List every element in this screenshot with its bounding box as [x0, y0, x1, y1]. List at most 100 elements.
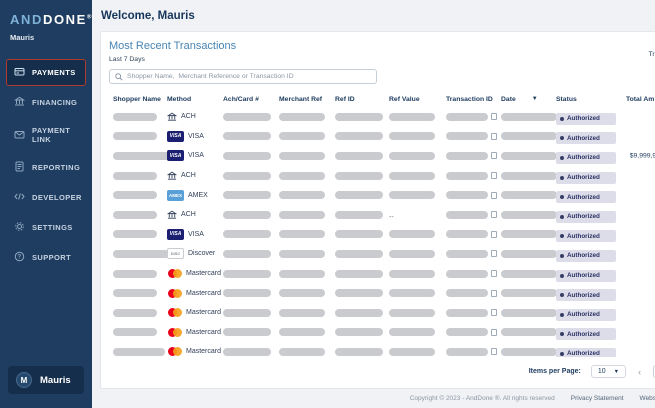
table-row[interactable]: Mastercard Authorized $: [109, 303, 655, 323]
ach-card-placeholder: [223, 230, 271, 239]
table-row[interactable]: Mastercard Authorized: [109, 264, 655, 284]
status-dot-icon: [560, 312, 564, 317]
visa-icon: VISA: [167, 150, 184, 162]
date-placeholder: [501, 308, 557, 317]
shopper-name-placeholder: [113, 347, 165, 356]
shopper-name-placeholder: [113, 249, 169, 258]
status-dot-icon: [560, 293, 564, 298]
merchant-ref-placeholder: [279, 347, 325, 356]
sidebar-item-label: PAYMENT LINK: [32, 126, 71, 144]
sidebar-item-reporting[interactable]: REPORTING: [6, 154, 86, 181]
table-row[interactable]: Mastercard Authorized $: [109, 342, 655, 357]
shopper-name-placeholder: [113, 289, 157, 298]
ach-card-placeholder: [223, 308, 271, 317]
status-label: Authorized: [567, 213, 600, 221]
copy-icon[interactable]: [491, 152, 497, 160]
copy-icon[interactable]: [491, 113, 497, 121]
payment-method-label: VISA: [188, 132, 204, 140]
status-dot-icon: [560, 116, 564, 121]
ref-id-placeholder: [335, 308, 383, 317]
ref-id-placeholder: [335, 210, 383, 219]
col-ach-card: Ach/Card #: [223, 95, 259, 103]
shopper-name-placeholder: [113, 308, 157, 317]
payment-method-label: Mastercard: [186, 289, 222, 297]
payment-method-label: VISA: [188, 152, 204, 160]
ref-id-placeholder: [335, 289, 383, 298]
ach-card-placeholder: [223, 132, 271, 141]
col-merchant-ref: Merchant Ref: [279, 95, 323, 103]
shopper-name-placeholder: [113, 151, 173, 160]
table-row[interactable]: DISC Discover Authorized $: [109, 244, 655, 264]
ref-value-dash: --: [389, 213, 394, 221]
prev-page-button[interactable]: ‹: [636, 367, 643, 377]
privacy-statement-link[interactable]: Privacy Statement: [571, 395, 624, 402]
payment-method-label: ACH: [181, 172, 196, 180]
date-sort-icon[interactable]: ▼: [532, 96, 538, 102]
copy-icon[interactable]: [491, 250, 497, 258]
sidebar-item-developer[interactable]: DEVELOPER: [6, 184, 86, 211]
sidebar-item-settings[interactable]: SETTINGS: [6, 214, 86, 241]
copy-icon[interactable]: [491, 191, 497, 199]
search-input[interactable]: [127, 73, 371, 80]
financing-icon: [13, 96, 26, 109]
date-placeholder: [501, 112, 557, 121]
table-row[interactable]: ACH Authorized $: [109, 166, 655, 186]
terms-of-service-link[interactable]: Website Terms of Service: [640, 395, 655, 402]
status-dot-icon: [560, 175, 564, 180]
copy-icon[interactable]: [491, 328, 497, 336]
sidebar-item-payment-link[interactable]: PAYMENT LINK: [6, 119, 86, 151]
merchant-ref-placeholder: [279, 249, 325, 258]
page-title: Welcome, Mauris: [101, 10, 195, 22]
total-amount: [626, 225, 655, 245]
ref-value-placeholder: [389, 132, 435, 141]
ach-card-placeholder: [223, 191, 271, 200]
ach-card-placeholder: [223, 289, 271, 298]
ref-value-placeholder: [389, 230, 435, 239]
table-row[interactable]: VISA VISA Authorized $: [109, 127, 655, 147]
copy-icon[interactable]: [491, 270, 497, 278]
user-profile-button[interactable]: M Mauris: [8, 366, 84, 394]
date-placeholder: [501, 151, 557, 160]
ref-id-placeholder: [335, 347, 383, 356]
table-row[interactable]: VISA VISA Authorized $9,999,99: [109, 146, 655, 166]
status-dot-icon: [560, 234, 564, 239]
sidebar-item-payments[interactable]: PAYMENTS: [6, 59, 86, 86]
merchant-ref-placeholder: [279, 269, 325, 278]
visa-icon: VISA: [167, 130, 184, 142]
ref-id-placeholder: [335, 191, 383, 200]
copy-icon[interactable]: [491, 309, 497, 317]
main-content: Welcome, Mauris Most Recent Transactions…: [92, 0, 655, 408]
status-badge: Authorized: [556, 289, 616, 302]
search-icon: [115, 68, 123, 86]
sidebar-item-financing[interactable]: FINANCING: [6, 89, 86, 116]
transaction-id-placeholder: [446, 328, 488, 337]
table-row[interactable]: AMEX AMEX Authorized $: [109, 185, 655, 205]
copy-icon[interactable]: [491, 172, 497, 180]
table-row[interactable]: Mastercard Authorized $: [109, 283, 655, 303]
copy-icon[interactable]: [491, 132, 497, 140]
table-row[interactable]: Mastercard Authorized $: [109, 323, 655, 343]
date-placeholder: [501, 230, 557, 239]
status-badge: Authorized: [556, 347, 616, 357]
transactions-panel: Most Recent Transactions Last 7 Days Tra…: [100, 31, 655, 389]
discover-icon: DISC: [167, 248, 184, 260]
total-amount: [626, 264, 655, 284]
sidebar-item-support[interactable]: ? SUPPORT: [6, 244, 86, 271]
merchant-ref-placeholder: [279, 210, 325, 219]
shopper-name-placeholder: [113, 191, 157, 200]
table-row[interactable]: ACH -- Authorized: [109, 205, 655, 225]
ref-value-placeholder: [389, 328, 435, 337]
copy-icon[interactable]: [491, 348, 497, 356]
merchant-ref-placeholder: [279, 328, 325, 337]
ref-id-placeholder: [335, 328, 383, 337]
col-total-amount: Total Am: [626, 95, 655, 103]
copy-icon[interactable]: [491, 289, 497, 297]
ref-id-placeholder: [335, 112, 383, 121]
copy-icon[interactable]: [491, 211, 497, 219]
copy-icon[interactable]: [491, 230, 497, 238]
shopper-name-placeholder: [113, 269, 157, 278]
table-row[interactable]: ACH Authorized: [109, 107, 655, 127]
items-per-page-select[interactable]: 10 ▼: [590, 365, 627, 378]
merchant-ref-placeholder: [279, 112, 325, 121]
table-row[interactable]: VISA VISA Authorized: [109, 225, 655, 245]
